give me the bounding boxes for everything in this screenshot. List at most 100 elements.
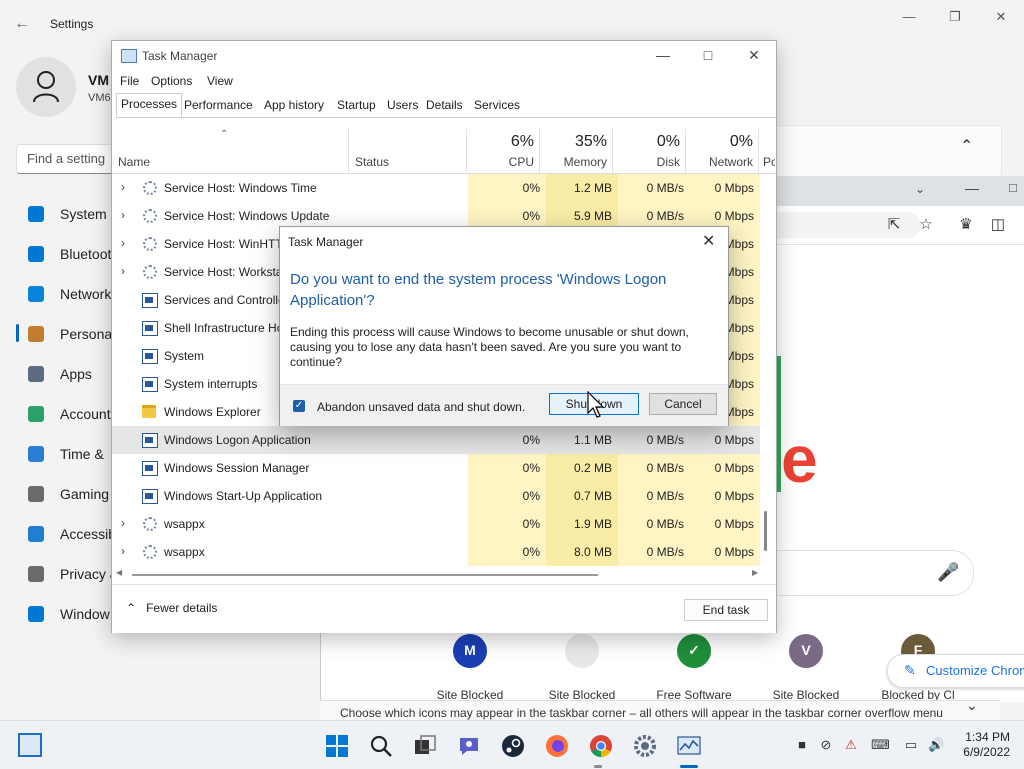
shortcut-tile[interactable]: M Site Blocked <box>415 626 525 702</box>
chevron-right-icon[interactable]: › <box>121 236 125 250</box>
nav-item-7[interactable]: Gaming <box>16 477 116 511</box>
nav-item-label: Accessib <box>60 526 117 542</box>
chevron-right-icon[interactable]: › <box>121 208 125 222</box>
column-power[interactable]: Po <box>758 129 775 173</box>
horizontal-scrollbar[interactable] <box>132 574 598 576</box>
tab-performance[interactable]: Performance <box>180 95 257 115</box>
chat-icon[interactable] <box>457 734 481 758</box>
shortcut-tile[interactable]: Site Blocked <box>527 626 637 702</box>
nav-item-3[interactable]: Personal <box>16 317 116 351</box>
firefox-icon[interactable] <box>545 734 569 758</box>
process-name: wsappx <box>164 517 205 531</box>
column-memory[interactable]: 35% Memory <box>539 129 613 173</box>
column-name[interactable]: Name <box>112 129 348 173</box>
process-row[interactable]: Windows Logon Application 0% 1.1 MB 0 MB/s 0… <box>112 426 760 454</box>
display-icon[interactable]: ▭ <box>903 737 919 753</box>
task-manager-taskbar-icon[interactable] <box>677 734 701 758</box>
process-row[interactable]: › wsappx 0% 8.0 MB 0 MB/s 0 Mbps <box>112 538 760 566</box>
keyboard-icon[interactable]: ⌨ <box>871 737 890 753</box>
nav-item-8[interactable]: Accessib <box>16 517 116 551</box>
abandon-data-checkbox[interactable]: ✓ <box>293 400 305 412</box>
extensions-icon[interactable]: ♛ <box>957 216 975 234</box>
close-icon[interactable]: ✕ <box>702 231 715 251</box>
network-off-icon[interactable]: ⊘ <box>818 737 834 753</box>
minimize-icon[interactable]: — <box>965 180 979 196</box>
microphone-icon[interactable]: 🎤 <box>937 562 959 583</box>
taskbar-clock[interactable]: 1:34 PM 6/9/2022 <box>958 730 1010 760</box>
tab-details[interactable]: Details <box>422 95 467 115</box>
search-placeholder: Find a setting <box>27 151 106 166</box>
side-panel-icon[interactable]: ◫ <box>989 216 1007 234</box>
search-icon[interactable] <box>369 734 393 758</box>
volume-icon[interactable]: 🔊 <box>928 737 944 753</box>
dialog-heading: Do you want to end the system process 'W… <box>290 271 667 309</box>
cancel-button[interactable]: Cancel <box>649 393 717 415</box>
steam-icon[interactable] <box>501 734 525 758</box>
chevron-up-icon[interactable]: ⌃ <box>960 136 990 156</box>
security-alert-icon[interactable]: ⚠ <box>843 737 859 753</box>
process-row[interactable]: Windows Start-Up Application 0% 0.7 MB 0 MB… <box>112 482 760 510</box>
process-disk: 0 MB/s <box>618 426 690 454</box>
nav-item-2[interactable]: Network <box>16 277 116 311</box>
chevron-right-icon[interactable]: › <box>121 516 125 530</box>
menu-file[interactable]: File <box>120 74 139 88</box>
settings-search-input[interactable]: Find a setting <box>16 144 118 174</box>
chevron-right-icon[interactable]: › <box>121 264 125 278</box>
column-disk[interactable]: 0% Disk <box>612 129 686 173</box>
back-arrow-icon[interactable]: ← <box>14 14 34 34</box>
task-view-icon[interactable] <box>413 734 437 758</box>
nav-item-4[interactable]: Apps <box>16 357 116 391</box>
star-icon[interactable]: ☆ <box>917 216 935 234</box>
nav-item-1[interactable]: Bluetooth <box>16 237 119 271</box>
process-row[interactable]: › Service Host: Windows Time 0% 1.2 MB 0 MB/… <box>112 174 760 202</box>
fewer-details-button[interactable]: ⌃ Fewer details <box>126 601 217 615</box>
column-network[interactable]: 0% Network <box>685 129 759 173</box>
settings-gear-icon[interactable] <box>633 734 657 758</box>
gamepad-icon <box>28 486 44 502</box>
minimize-icon[interactable]: — <box>896 8 922 28</box>
shortcut-tile[interactable]: V Site Blocked <box>751 626 861 702</box>
process-name: System <box>164 349 205 363</box>
menu-options[interactable]: Options <box>151 74 192 88</box>
nav-item-5[interactable]: Account <box>16 397 116 431</box>
tab-search-chevron-icon[interactable]: ⌄ <box>915 182 925 196</box>
nav-item-9[interactable]: Privacy & <box>16 557 119 591</box>
close-icon[interactable]: ✕ <box>739 47 769 65</box>
chrome-icon[interactable] <box>589 734 613 758</box>
maximize-icon[interactable]: □ <box>1009 180 1017 195</box>
nav-item-0[interactable]: System <box>16 197 116 231</box>
process-name: System interrupts <box>164 377 258 391</box>
nav-item-10[interactable]: Window <box>16 597 116 631</box>
abandon-data-label[interactable]: Abandon unsaved data and shut down. <box>317 400 525 414</box>
menu-view[interactable]: View <box>207 74 233 88</box>
network-total: 0% <box>729 133 753 150</box>
brush-icon <box>28 326 44 342</box>
tab-startup[interactable]: Startup <box>333 95 380 115</box>
process-row[interactable]: Windows Session Manager 0% 0.2 MB 0 MB/s 0 M… <box>112 454 760 482</box>
shortcut-tile[interactable]: ✓ Free Software <box>639 626 749 702</box>
chevron-right-icon[interactable]: › <box>121 544 125 558</box>
tab-users[interactable]: Users <box>383 95 422 115</box>
scroll-right-icon[interactable]: ▶ <box>752 568 758 577</box>
tab-app-history[interactable]: App history <box>260 95 328 115</box>
tray-app-icon[interactable]: ■ <box>794 737 810 753</box>
customize-chrome-button[interactable]: ✎ Customize Chrome <box>887 654 1024 688</box>
tab-services[interactable]: Services <box>470 95 524 115</box>
chevron-right-icon[interactable]: › <box>121 180 125 194</box>
chevron-down-icon[interactable]: ⌄ <box>966 697 978 714</box>
close-icon[interactable]: ✕ <box>988 8 1014 28</box>
process-row[interactable]: › wsappx 0% 1.9 MB 0 MB/s 0 Mbps <box>112 510 760 538</box>
scroll-left-icon[interactable]: ◀ <box>116 568 122 577</box>
column-status[interactable]: Status <box>348 129 467 173</box>
start-icon[interactable] <box>325 734 349 758</box>
maximize-icon[interactable]: □ <box>693 47 723 65</box>
column-cpu[interactable]: 6% CPU <box>466 129 540 173</box>
minimize-icon[interactable]: — <box>648 47 678 65</box>
vertical-scrollbar[interactable] <box>764 511 767 551</box>
restore-icon[interactable]: ❐ <box>942 8 968 28</box>
tab-processes[interactable]: Processes <box>116 93 183 117</box>
end-task-button[interactable]: End task <box>684 599 768 621</box>
share-icon[interactable]: ⇱ <box>885 216 903 234</box>
nav-item-6[interactable]: Time & <box>16 437 116 471</box>
widgets-icon[interactable] <box>18 733 42 757</box>
